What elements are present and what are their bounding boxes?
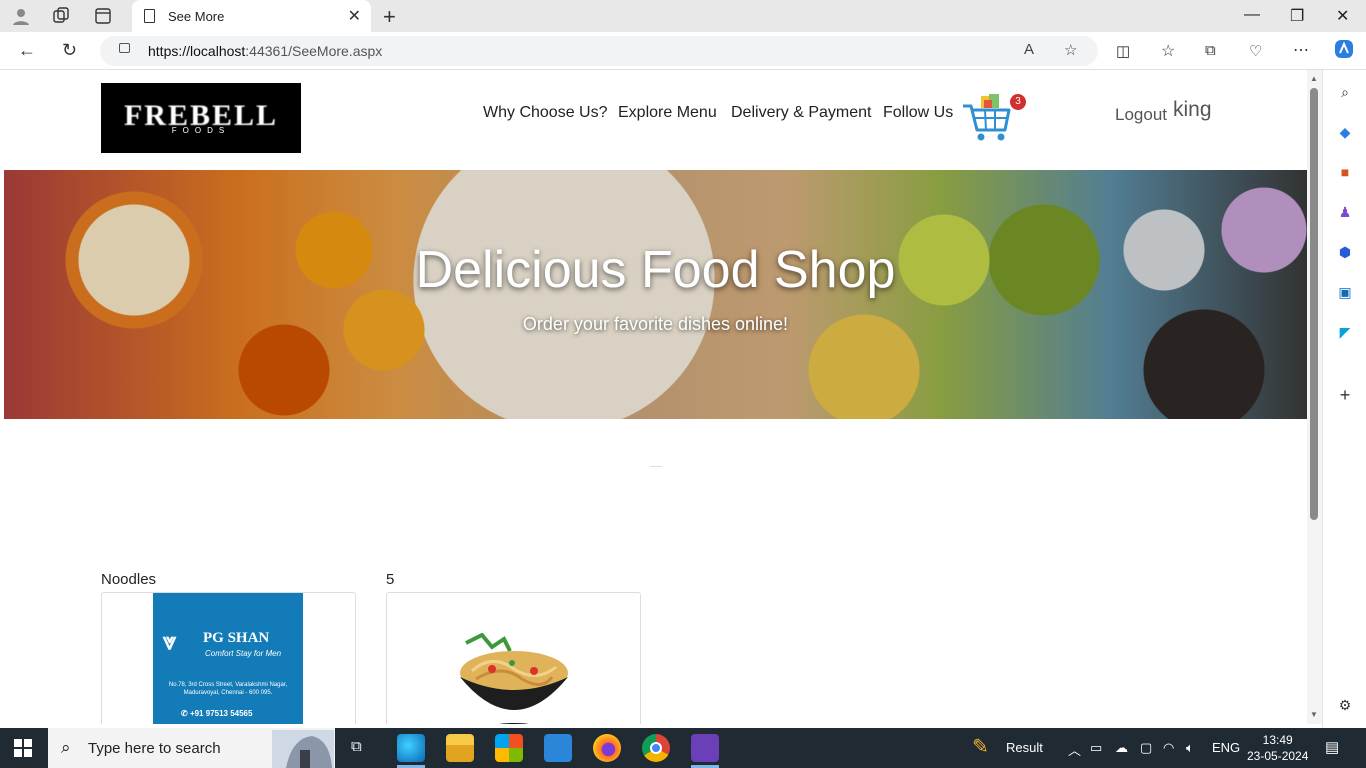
pg-shan-logo-icon: ⩔ <box>163 629 177 655</box>
meet-now-icon[interactable]: ▢ <box>1140 740 1152 756</box>
mail-icon[interactable] <box>544 734 572 762</box>
edge-taskbar-icon[interactable] <box>397 734 425 762</box>
address-bar[interactable]: https://localhost:44361/SeeMore.aspx A ☆ <box>100 36 1098 66</box>
windows-taskbar: ⌕ Type here to search ⧉ ✎ Result ︿ ▭ ☁ ▢… <box>0 728 1366 768</box>
more-menu-icon[interactable]: ⋯ <box>1293 40 1309 60</box>
visual-studio-icon[interactable] <box>691 734 719 762</box>
nav-explore-menu[interactable]: Explore Menu <box>618 104 717 122</box>
cart-icon[interactable] <box>961 92 1013 144</box>
pg-shan-address: No.78, 3rd Cross Street, Varalakshmi Nag… <box>168 682 288 696</box>
nav-follow-us[interactable]: Follow Us <box>883 104 953 122</box>
scrollbar-thumb[interactable] <box>1310 88 1318 520</box>
pg-shan-name: PG SHAN <box>203 630 270 646</box>
clock-date: 23-05-2024 <box>1247 749 1309 763</box>
copilot-icon[interactable] <box>1333 38 1355 65</box>
product-label: 5 <box>386 571 395 588</box>
clock-time: 13:49 <box>1262 733 1293 747</box>
site-logo[interactable]: FREBELL FOODS <box>101 83 301 153</box>
hero-title: Delicious Food Shop <box>415 241 896 299</box>
url-text[interactable]: https://localhost:44361/SeeMore.aspx <box>148 43 382 59</box>
add-sidebar-app-icon[interactable]: + <box>1336 386 1354 404</box>
scroll-up-icon[interactable]: ▲ <box>1310 74 1318 83</box>
start-button[interactable] <box>14 739 32 757</box>
wifi-icon[interactable]: ◠ <box>1163 740 1174 756</box>
collections-icon[interactable]: ⧉ <box>1205 42 1216 59</box>
outlook-icon[interactable]: ▣ <box>1336 283 1354 301</box>
split-screen-icon[interactable]: ◫ <box>1116 42 1130 60</box>
microsoft-store-icon[interactable] <box>495 734 523 762</box>
device-icon[interactable]: ▭ <box>1090 740 1102 756</box>
tab-title: See More <box>168 9 225 24</box>
tools-icon[interactable]: ■ <box>1336 163 1354 181</box>
shopping-tag-icon[interactable]: ◆ <box>1336 123 1354 141</box>
web-page: FREBELL FOODS Why Choose Us? Explore Men… <box>4 70 1307 724</box>
sidebar-settings-icon[interactable]: ⚙ <box>1336 696 1354 714</box>
nav-why-choose-us[interactable]: Why Choose Us? <box>483 104 608 122</box>
page-icon <box>144 9 155 23</box>
noodles-bowl-image <box>460 633 568 724</box>
search-placeholder: Type here to search <box>88 740 221 757</box>
result-widget-icon[interactable]: ✎ <box>972 734 989 759</box>
restore-icon[interactable]: ❐ <box>1290 6 1304 26</box>
show-hidden-icons-icon[interactable]: ︿ <box>1068 740 1081 759</box>
favorite-star-icon[interactable]: ☆ <box>1064 41 1077 59</box>
username-label: king <box>1173 98 1212 121</box>
drop-icon[interactable]: ◤ <box>1336 323 1354 341</box>
edge-sidebar: ⌕ ◆ ■ ♟ ⬢ ▣ ◤ + ⚙ <box>1322 70 1366 728</box>
product-card[interactable]: ⩔ PG SHAN Comfort Stay for Men No.78, 3r… <box>101 592 356 724</box>
address-bar-row: ← ↻ https://localhost:44361/SeeMore.aspx… <box>0 32 1366 70</box>
microsoft-365-icon[interactable]: ⬢ <box>1336 243 1354 261</box>
logout-link[interactable]: Logout <box>1115 105 1167 125</box>
tab-actions-icon[interactable] <box>93 6 113 26</box>
lock-icon[interactable] <box>119 43 130 53</box>
taskbar-clock[interactable]: 13:49 23-05-2024 <box>1247 732 1308 764</box>
hero-banner: Delicious Food Shop Order your favorite … <box>4 170 1307 419</box>
language-indicator[interactable]: ENG <box>1212 740 1240 755</box>
product-card[interactable] <box>386 592 641 724</box>
read-aloud-icon[interactable]: A <box>1024 41 1034 58</box>
scroll-down-icon[interactable]: ▼ <box>1310 710 1318 719</box>
close-window-icon[interactable]: ✕ <box>1336 6 1349 26</box>
cart-count-badge: 3 <box>1010 94 1026 110</box>
notifications-icon[interactable]: ▤ <box>1325 738 1339 756</box>
search-icon: ⌕ <box>61 738 71 757</box>
file-explorer-icon[interactable] <box>446 734 474 762</box>
tab-see-more[interactable]: See More ✕ <box>132 0 371 32</box>
browser-tab-bar: See More ✕ + — ❐ ✕ <box>0 0 1366 32</box>
pg-shan-tagline: Comfort Stay for Men <box>205 649 282 658</box>
games-icon[interactable]: ♟ <box>1336 203 1354 221</box>
logo-subtext: FOODS <box>171 126 231 135</box>
firefox-icon[interactable] <box>593 734 621 762</box>
back-icon[interactable]: ← <box>18 40 36 61</box>
nav-delivery-payment[interactable]: Delivery & Payment <box>731 104 872 122</box>
favorites-icon[interactable]: ☆ <box>1161 41 1175 61</box>
task-view-icon[interactable]: ⧉ <box>351 738 362 755</box>
browser-essentials-icon[interactable]: ♡ <box>1249 42 1262 60</box>
hero-subtitle: Order your favorite dishes online! <box>522 314 789 334</box>
product-label: Noodles <box>101 571 157 588</box>
result-label[interactable]: Result <box>1006 740 1043 755</box>
new-tab-icon[interactable]: + <box>383 4 396 30</box>
search-highlight-image <box>272 730 334 768</box>
product-image-pg-shan: ⩔ PG SHAN Comfort Stay for Men No.78, 3r… <box>153 593 303 724</box>
workspaces-icon[interactable] <box>51 6 71 26</box>
divider <box>650 466 662 467</box>
search-icon[interactable]: ⌕ <box>1336 83 1354 101</box>
minimize-icon[interactable]: — <box>1244 6 1260 24</box>
profile-icon[interactable] <box>11 6 31 26</box>
onedrive-icon[interactable]: ☁ <box>1115 740 1128 756</box>
whatsapp-icon: ✆ <box>181 709 190 718</box>
page-scrollbar[interactable]: ▲ ▼ <box>1307 70 1322 724</box>
close-tab-icon[interactable]: ✕ <box>348 6 361 26</box>
taskbar-search-box[interactable]: ⌕ Type here to search <box>48 728 335 768</box>
refresh-icon[interactable]: ↻ <box>62 40 77 61</box>
pg-shan-phone: ✆ +91 97513 54565 <box>181 709 253 718</box>
chrome-icon[interactable] <box>642 734 670 762</box>
volume-icon[interactable]: 🔈︎ <box>1186 740 1194 756</box>
